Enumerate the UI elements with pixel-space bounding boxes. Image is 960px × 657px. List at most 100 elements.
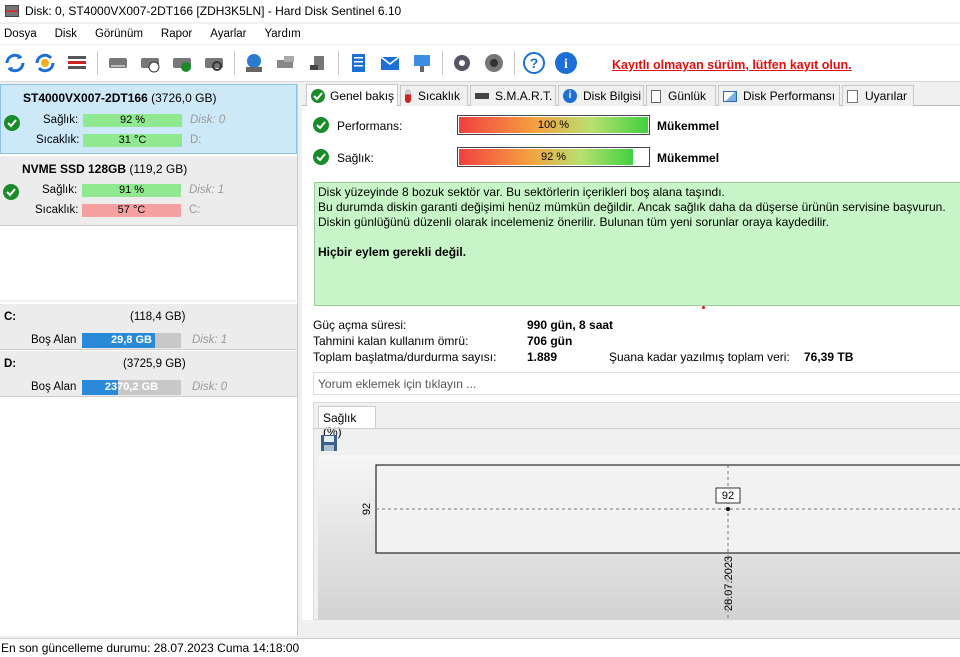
register-link[interactable]: Kayıtlı olmayan sürüm, lütfen kayıt olun… — [612, 58, 852, 72]
health-label: Sağlık: — [42, 184, 78, 196]
free-space-bar: 2370,2 GB — [82, 380, 181, 395]
disk-list-icon[interactable] — [63, 49, 91, 77]
toolbar-separator — [234, 51, 235, 75]
tab-temperature[interactable]: Sıcaklık — [400, 85, 468, 106]
menu-view[interactable]: Görünüm — [95, 28, 143, 40]
start-stop-label: Toplam başlatma/durdurma sayısı: — [313, 350, 497, 364]
toolbar-separator — [442, 51, 443, 75]
chart-icon — [723, 90, 737, 102]
menu-disk[interactable]: Disk — [55, 28, 77, 40]
alert-doc-icon — [847, 89, 858, 103]
tab-divider — [314, 428, 960, 429]
free-space-label: Boş Alan — [31, 334, 77, 346]
toolbar-separator — [514, 51, 515, 75]
total-written-label: Şuana kadar yazılmış toplam veri: — [609, 350, 790, 364]
temp-label: Sıcaklık: — [35, 204, 79, 216]
disk-list-pane: ST4000VX007-2DT166 (3726,0 GB) Sağlık: 9… — [0, 84, 298, 300]
health-chart-panel: Sağlık (%) 92 28.07.2023 92 — [313, 402, 960, 620]
action-text: Hiçbir eylem gerekli değil. — [318, 245, 467, 259]
health-chart: 92 28.07.2023 92 — [361, 464, 960, 620]
tab-label: Uyarılar — [865, 89, 908, 103]
x-tick-label: 28.07.2023 — [723, 556, 735, 611]
message-line: Bu durumda diskin garanti değişimi henüz… — [318, 200, 946, 214]
menu-settings[interactable]: Ayarlar — [210, 28, 246, 40]
info-icon[interactable]: i — [552, 49, 580, 77]
volume-card[interactable]: D: (3725,9 GB) Boş Alan 2370,2 GB Disk: … — [0, 351, 297, 397]
chart-tab-health[interactable]: Sağlık (%) — [318, 406, 376, 439]
volume-card[interactable]: C: (118,4 GB) Boş Alan 29,8 GB Disk: 1 — [0, 304, 297, 350]
report-icon[interactable] — [344, 49, 372, 77]
drive-letter: D: — [190, 134, 202, 146]
tab-smart[interactable]: S.M.A.R.T. — [470, 85, 556, 106]
disk-drive-icon[interactable] — [304, 49, 332, 77]
power-on-label: Güç açma süresi: — [313, 318, 407, 332]
disk-clock-icon[interactable] — [136, 49, 164, 77]
performance-meter: 100 % — [457, 115, 650, 135]
ok-check-icon — [311, 88, 325, 103]
tab-disk-performance[interactable]: Disk Performansı — [718, 85, 840, 106]
start-stop-value: 1.889 — [527, 350, 558, 364]
health-bar: 91 % — [82, 184, 181, 197]
tab-label: Disk Performansı — [743, 89, 836, 103]
app-icon — [5, 5, 19, 17]
tab-label: Disk Bilgisi — [583, 89, 642, 103]
free-space-label: Boş Alan — [31, 381, 77, 393]
temp-bar: 31 °C — [83, 134, 182, 147]
power-on-value: 990 gün, 8 saat — [527, 318, 614, 332]
remaining-life-value: 706 gün — [527, 334, 573, 348]
disk-ref: Disk: 1 — [192, 334, 228, 346]
network-disk-icon[interactable] — [240, 49, 268, 77]
tab-label: Sıcaklık — [418, 89, 461, 103]
send-report-icon[interactable] — [408, 49, 436, 77]
save-icon[interactable] — [319, 433, 339, 453]
volume-size: (3725,9 GB) — [123, 358, 186, 370]
menu-report[interactable]: Rapor — [161, 28, 192, 40]
disk-ref: Disk: 1 — [189, 184, 225, 196]
disk-card[interactable]: NVME SSD 128GB (119,2 GB) Sağlık: 91 % D… — [0, 156, 297, 226]
refresh-icon[interactable] — [1, 49, 29, 77]
ok-check-icon — [313, 149, 329, 165]
plot-frame — [375, 464, 960, 554]
toolbar-separator — [338, 51, 339, 75]
disk-icon — [475, 93, 489, 99]
settings-gear-icon[interactable] — [448, 49, 476, 77]
temp-bar: 57 °C — [82, 204, 181, 217]
performance-label: Performans: — [337, 119, 403, 133]
disk-icon[interactable] — [104, 49, 132, 77]
menu-file[interactable]: Dosya — [4, 28, 37, 40]
help-icon[interactable]: ? — [520, 49, 548, 77]
status-text: En son güncelleme durumu: 28.07.2023 Cum… — [1, 641, 300, 655]
disk-card[interactable]: ST4000VX007-2DT166 (3726,0 GB) Sağlık: 9… — [0, 84, 297, 154]
chart-area: 92 28.07.2023 92 — [318, 455, 960, 620]
overview-panel: Performans: 100 % Mükemmel Sağlık: 92 % … — [302, 106, 960, 620]
menu-help[interactable]: Yardım — [264, 28, 300, 40]
disk-ref: Disk: 0 — [192, 381, 228, 393]
performance-rating: Mükemmel — [657, 119, 720, 133]
tab-overview[interactable]: Genel bakış — [306, 84, 398, 106]
tab-bar: Genel bakış Sıcaklık S.M.A.R.T. i Disk B… — [302, 84, 960, 106]
ok-check-icon — [313, 117, 329, 133]
volume-letter: C: — [4, 311, 17, 323]
disk-check-icon[interactable] — [168, 49, 196, 77]
ok-check-icon — [3, 184, 19, 200]
remaining-life-label: Tahmini kalan kullanım ömrü: — [313, 334, 469, 348]
status-message-box: Disk yüzeyinde 8 bozuk sektör var. Bu se… — [314, 182, 960, 306]
menu-bar: Dosya Disk Görünüm Rapor Ayarlar Yardım — [0, 24, 960, 44]
health-bar: 92 % — [83, 114, 182, 127]
thermometer-icon — [405, 89, 411, 103]
disk-name: NVME SSD 128GB (119,2 GB) — [22, 162, 188, 176]
toolbar-separator — [97, 51, 98, 75]
tab-alerts[interactable]: Uyarılar — [842, 85, 914, 106]
email-icon[interactable] — [376, 49, 404, 77]
volume-list-pane: C: (118,4 GB) Boş Alan 29,8 GB Disk: 1 D… — [0, 302, 298, 636]
svg-text:i: i — [564, 57, 568, 72]
sound-icon[interactable] — [480, 49, 508, 77]
free-space-value: 2370,2 GB — [104, 381, 159, 393]
tab-log[interactable]: Günlük — [646, 85, 716, 106]
disk-search-icon[interactable] — [200, 49, 228, 77]
tab-disk-info[interactable]: i Disk Bilgisi — [558, 85, 644, 106]
disk-tools-icon[interactable] — [272, 49, 300, 77]
comment-field[interactable]: Yorum eklemek için tıklayın ... — [313, 372, 960, 395]
refresh-all-icon[interactable] — [31, 49, 59, 77]
disk-name: ST4000VX007-2DT166 (3726,0 GB) — [23, 91, 217, 105]
